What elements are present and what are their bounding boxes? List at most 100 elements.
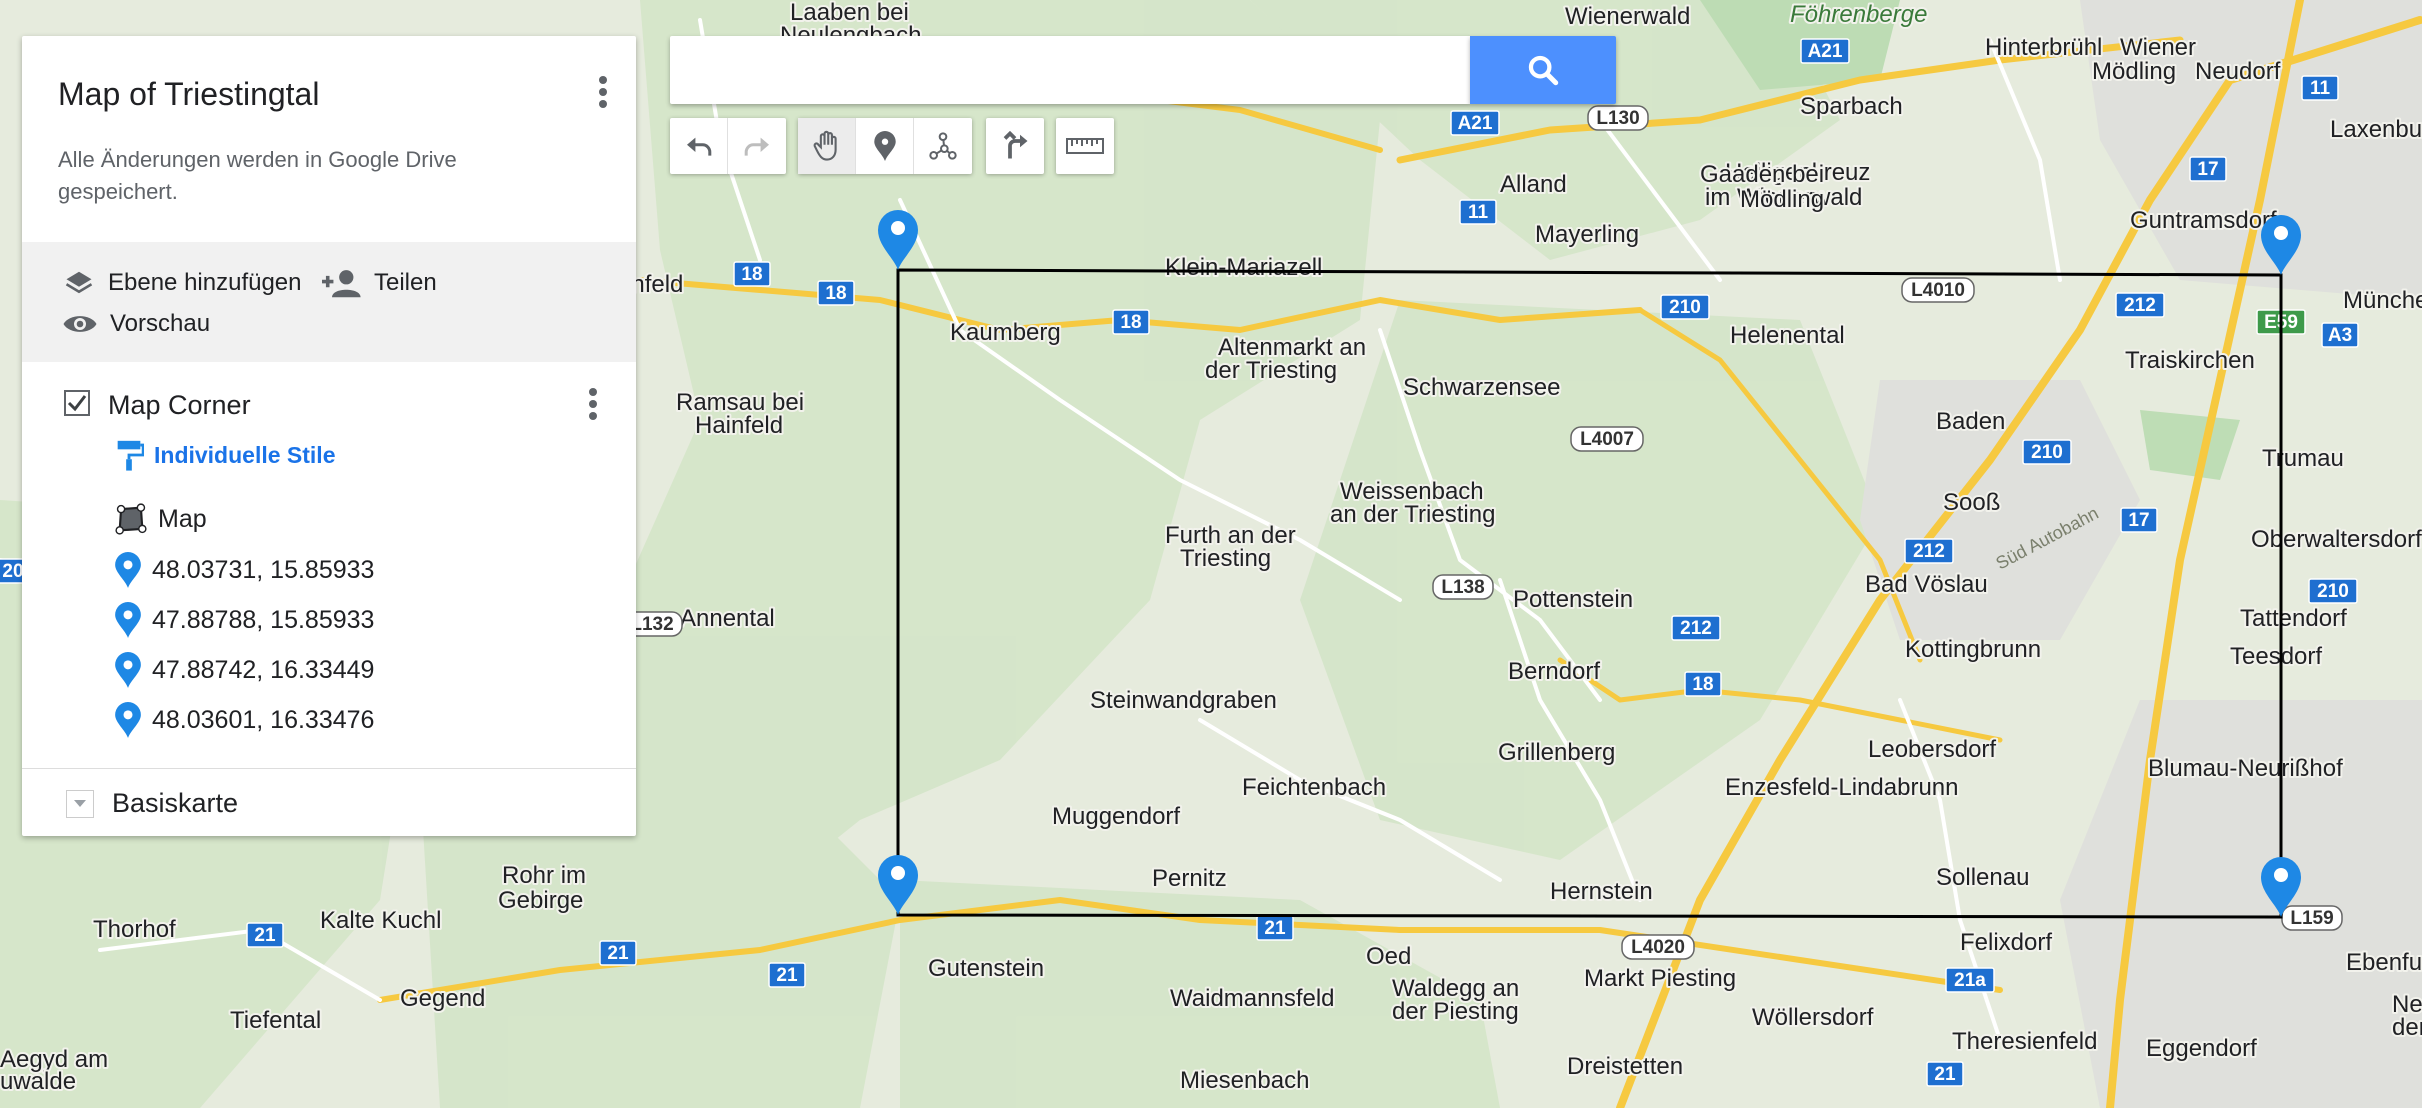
map-place-label: Sooß: [1943, 489, 2000, 516]
paint-roller-icon: [117, 440, 144, 471]
base-map-section[interactable]: Basiskarte: [66, 788, 238, 819]
road-shield-label: 21: [607, 943, 629, 964]
map-place-label: Dreistetten: [1567, 1053, 1683, 1080]
map-place-label: Tiefental: [230, 1007, 321, 1034]
road-shield-label: 17: [2197, 159, 2218, 180]
road-shield: 212: [1904, 538, 1954, 564]
undo-icon: [686, 137, 711, 156]
panel-divider: [22, 768, 636, 769]
directions-icon: [1003, 131, 1028, 159]
road-shield-label: L4010: [1911, 280, 1965, 301]
road-shield: L4020: [1621, 934, 1695, 960]
expand-arrow-icon[interactable]: [66, 789, 94, 818]
map-place-label: Steinwandgraben: [1090, 687, 1277, 714]
road-shield-label: 17: [2128, 510, 2149, 531]
road-shield-label: 21: [776, 965, 798, 986]
road-shield: 21: [1926, 1061, 1964, 1087]
road-shield-label: A21: [1458, 113, 1493, 134]
map-place-label: Baden: [1936, 408, 2005, 435]
individual-styles-label: Individuelle Stile: [154, 441, 336, 468]
map-place-label: Berndorf: [1508, 658, 1600, 685]
panel-actions: Ebene hinzufügen Teilen Vorschau: [22, 242, 636, 362]
feature-item-marker[interactable]: 48.03601, 16.33476: [114, 702, 374, 738]
road-shield-label: 210: [2317, 581, 2349, 602]
road-shield-label: 21: [1264, 918, 1286, 939]
feature-item-marker[interactable]: 48.03731, 15.85933: [114, 552, 374, 588]
draw-line-button[interactable]: [914, 118, 972, 174]
road-shield-label: 18: [1120, 312, 1141, 333]
road-shield-label: 18: [1692, 674, 1713, 695]
road-shield-label: L159: [2290, 908, 2333, 929]
road-shield-label: 212: [2124, 295, 2156, 316]
road-shield-label: L130: [1596, 108, 1639, 129]
feature-label: Map: [158, 504, 207, 533]
map-place-label: Gaaden bei: [1700, 161, 1824, 188]
map-place-label: Kottingbrunn: [1905, 636, 2041, 663]
map-place-label: Schwarzensee: [1403, 374, 1560, 401]
share-button[interactable]: Teilen: [322, 268, 437, 298]
measure-button[interactable]: [1056, 118, 1114, 174]
select-hand-button[interactable]: [798, 118, 856, 174]
map-place-label: Muggendorf: [1052, 803, 1180, 830]
ruler-icon: [1066, 138, 1104, 154]
map-title[interactable]: Map of Triestingtal: [58, 76, 319, 113]
feature-label: 47.88742, 16.33449: [152, 655, 375, 684]
road-shield-label: 210: [1669, 297, 1701, 318]
map-place-label: Neudorf: [2195, 58, 2281, 85]
individual-styles-link[interactable]: Individuelle Stile: [114, 438, 335, 472]
road-shield: 11: [2301, 75, 2339, 101]
road-shield: 210: [2308, 578, 2358, 604]
redo-icon: [744, 137, 769, 156]
map-place-label: Miesenbach: [1180, 1067, 1309, 1094]
map-place-label: Traiskirchen: [2125, 347, 2255, 374]
road-shield: 210: [1660, 294, 1710, 320]
map-place-label: Thorhof: [93, 916, 176, 943]
redo-button[interactable]: [728, 118, 786, 174]
share-label: Teilen: [374, 269, 437, 296]
road-shield: 210: [2022, 439, 2072, 465]
directions-group: [986, 118, 1044, 174]
map-place-label: an der Triesting: [1330, 501, 1495, 528]
road-shield: 21: [599, 940, 637, 966]
map-place-label: Hinterbrühl: [1985, 34, 2102, 61]
road-shield: A3: [2321, 322, 2359, 348]
map-place-label: Wienerwald: [1565, 3, 1690, 30]
map-place-label: Rohr im: [502, 862, 586, 889]
feature-item-marker[interactable]: 47.88742, 16.33449: [114, 652, 374, 688]
layer-name[interactable]: Map Corner: [108, 390, 251, 421]
add-marker-button[interactable]: [856, 118, 914, 174]
hand-icon: [813, 130, 837, 161]
map-place-label: Bad Vöslau: [1865, 571, 1988, 598]
road-shield-label: 11: [1468, 202, 1489, 223]
directions-button[interactable]: [986, 118, 1044, 174]
map-place-label: Wöllersdorf: [1752, 1004, 1874, 1031]
road-shield: 18: [817, 280, 855, 306]
undo-button[interactable]: [670, 118, 728, 174]
map-place-label: Hernstein: [1550, 878, 1653, 905]
add-layer-button[interactable]: Ebene hinzufügen: [62, 268, 302, 298]
draw-line-icon: [929, 132, 957, 160]
map-place-label: Gegend: [400, 985, 485, 1012]
map-place-label: Grillenberg: [1498, 739, 1615, 766]
preview-button[interactable]: Vorschau: [62, 310, 210, 338]
road-shield: 212: [2115, 292, 2165, 318]
map-place-label: Pernitz: [1152, 865, 1227, 892]
map-side-panel: Map of Triestingtal Alle Änderungen werd…: [22, 36, 636, 836]
feature-item-polygon[interactable]: Map: [114, 502, 207, 536]
map-place-label: Feichtenbach: [1242, 774, 1386, 801]
road-shield: 18: [1112, 309, 1150, 335]
map-place-label: der Piesting: [1392, 998, 1519, 1025]
road-shield: L138: [1432, 574, 1494, 600]
search-input[interactable]: [670, 36, 1470, 104]
layer-checkbox[interactable]: [64, 390, 90, 416]
feature-label: 48.03601, 16.33476: [152, 705, 375, 734]
map-place-label: Sparbach: [1800, 93, 1903, 120]
feature-item-marker[interactable]: 47.88788, 15.85933: [114, 602, 374, 638]
map-place-label: Felixdorf: [1960, 929, 2052, 956]
map-place-label: Wiener: [2120, 34, 2196, 61]
layer-options-menu-icon[interactable]: [586, 384, 600, 424]
road-shield: 11: [1459, 199, 1497, 225]
map-options-menu-icon[interactable]: [596, 72, 610, 112]
map-place-label: Leobersdorf: [1868, 736, 1996, 763]
search-button[interactable]: [1470, 36, 1616, 104]
